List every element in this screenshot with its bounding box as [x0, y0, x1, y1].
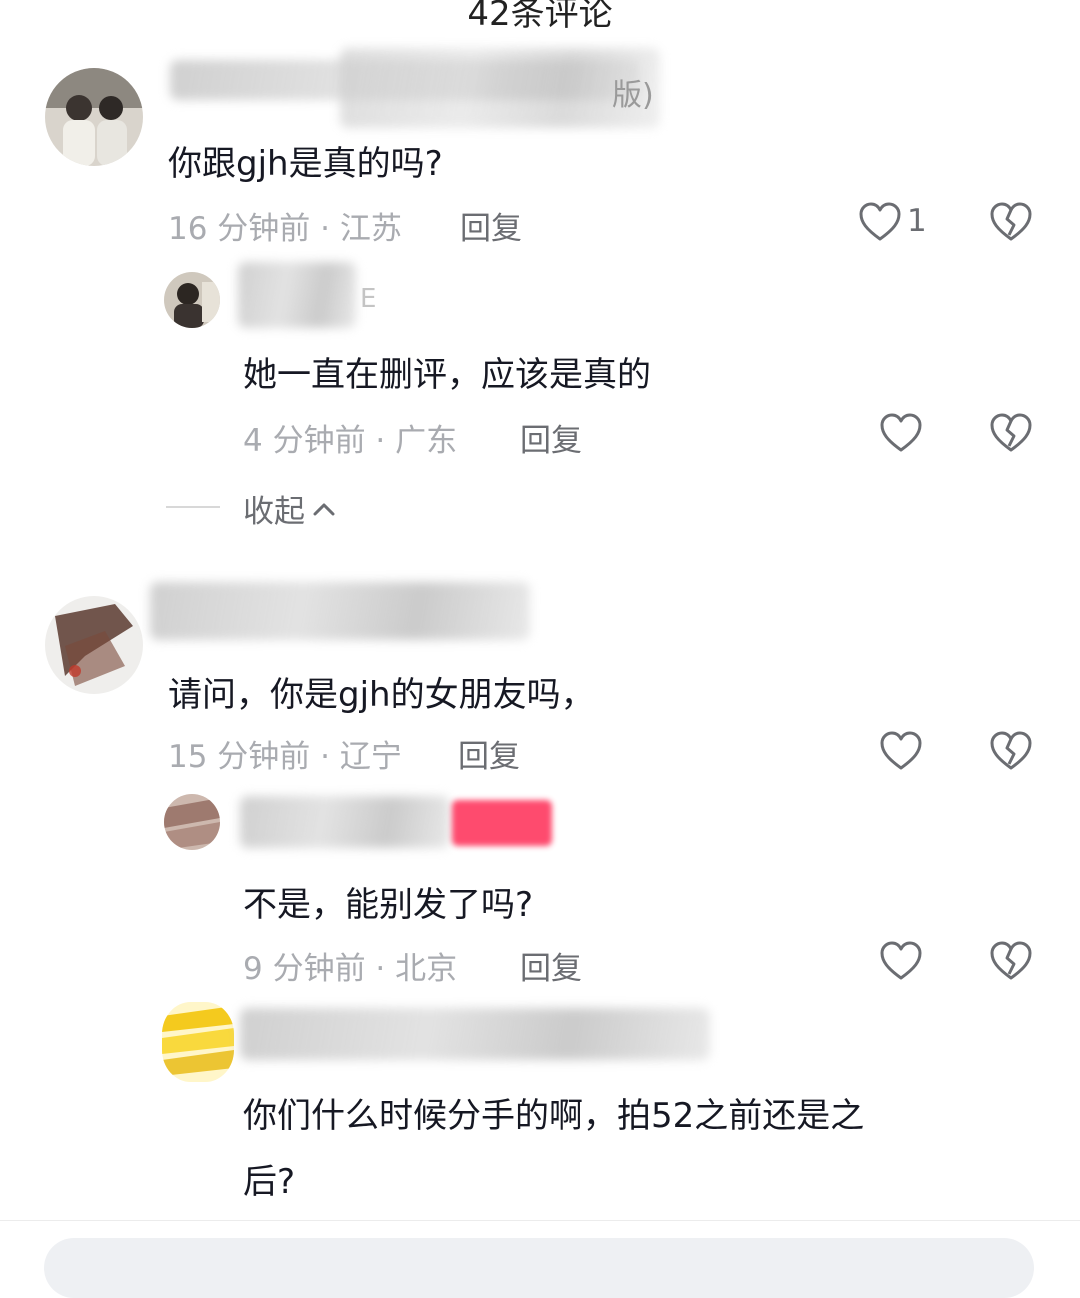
collapse-label: 收起 [243, 494, 305, 530]
broken-heart-icon[interactable] [989, 730, 1033, 772]
comment-time-location: 16 分钟前 · 江苏 [168, 211, 402, 247]
broken-heart-icon[interactable] [989, 940, 1033, 982]
reply-button[interactable]: 回复 [458, 731, 520, 776]
heart-outline-icon[interactable] [858, 201, 902, 243]
username[interactable]: 版) [612, 70, 654, 114]
comment-count-title: 42条评论 [467, 0, 613, 34]
heart-outline-icon[interactable] [879, 940, 923, 982]
reply-text: 不是，能别发了吗? [243, 885, 534, 925]
username-redacted [238, 262, 356, 328]
avatar[interactable] [45, 68, 143, 166]
avatar[interactable] [162, 1002, 234, 1082]
reply-text-line1: 你们什么时候分手的啊，拍52之前还是之 [243, 1096, 865, 1136]
collapse-divider [166, 506, 220, 508]
comment-input-bar[interactable] [44, 1238, 1034, 1298]
collapse-button[interactable]: 收起 [243, 486, 337, 531]
heart-outline-icon[interactable] [879, 412, 923, 454]
author-badge [452, 800, 552, 846]
reply-button[interactable]: 回复 [520, 943, 582, 988]
chevron-up-icon [311, 491, 337, 527]
comment-time-location: 15 分钟前 · 辽宁 [168, 739, 402, 775]
username-redacted [240, 1008, 710, 1060]
reply-time-location: 9 分钟前 · 北京 [243, 951, 458, 987]
like-count: 1 [907, 203, 927, 239]
heart-outline-icon[interactable] [879, 730, 923, 772]
reply-time-location: 4 分钟前 · 广东 [243, 423, 458, 459]
username[interactable]: E [360, 284, 376, 314]
reply-text: 她一直在删评，应该是真的 [243, 355, 651, 395]
avatar[interactable] [45, 596, 143, 694]
reply-button[interactable]: 回复 [460, 203, 522, 248]
username-redacted [240, 796, 450, 848]
comment-text: 你跟gjh是真的吗? [168, 144, 443, 184]
broken-heart-icon[interactable] [989, 201, 1033, 243]
avatar[interactable] [164, 272, 220, 328]
comment-text: 请问，你是gjh的女朋友吗， [168, 675, 595, 715]
username-redacted [150, 582, 530, 640]
avatar[interactable] [164, 794, 220, 850]
bottom-divider [0, 1220, 1080, 1221]
reply-button[interactable]: 回复 [520, 415, 582, 460]
broken-heart-icon[interactable] [989, 412, 1033, 454]
reply-text-line2: 后? [243, 1162, 296, 1202]
